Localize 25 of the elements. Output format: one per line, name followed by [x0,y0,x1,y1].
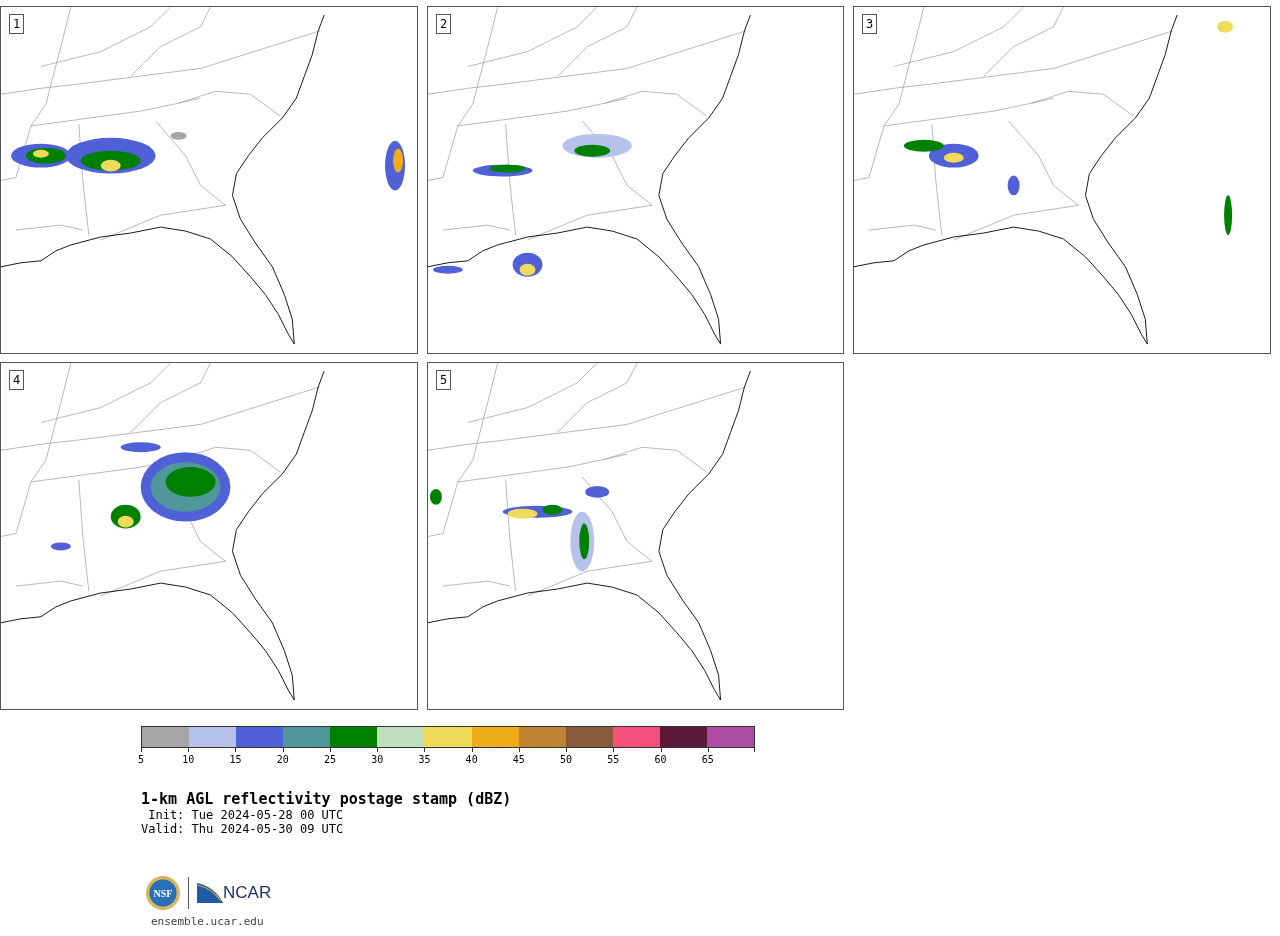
tick-label: 5 [138,754,144,765]
tick-label: 60 [654,754,667,765]
swoosh-icon [197,883,223,903]
tick-label: 45 [512,754,525,765]
panel-number: 5 [436,370,452,390]
website-link[interactable]: ensemble.ucar.edu [151,915,264,928]
tick-label: 50 [560,754,573,765]
chart-title: 1-km AGL reflectivity postage stamp (dBZ) [141,790,513,808]
panel-number: 1 [9,14,25,34]
tick-label: 30 [371,754,384,765]
ncar-logo: NCAR [223,883,272,903]
nsf-logo: NSF [146,876,180,910]
tick-label: 65 [701,754,714,765]
panel-number: 2 [436,14,452,34]
panel-number: 4 [9,370,25,390]
init-time: Init: Tue 2024-05-28 00 UTC [147,808,345,822]
panel-number: 3 [862,14,878,34]
tick-label: 20 [276,754,289,765]
tick-label: 35 [418,754,431,765]
tick-label: 10 [182,754,195,765]
tick-label: 25 [323,754,336,765]
tick-label: 40 [465,754,478,765]
tick-label: 55 [607,754,620,765]
tick-label: 15 [229,754,242,765]
valid-time: Valid: Thu 2024-05-30 09 UTC [141,822,345,836]
